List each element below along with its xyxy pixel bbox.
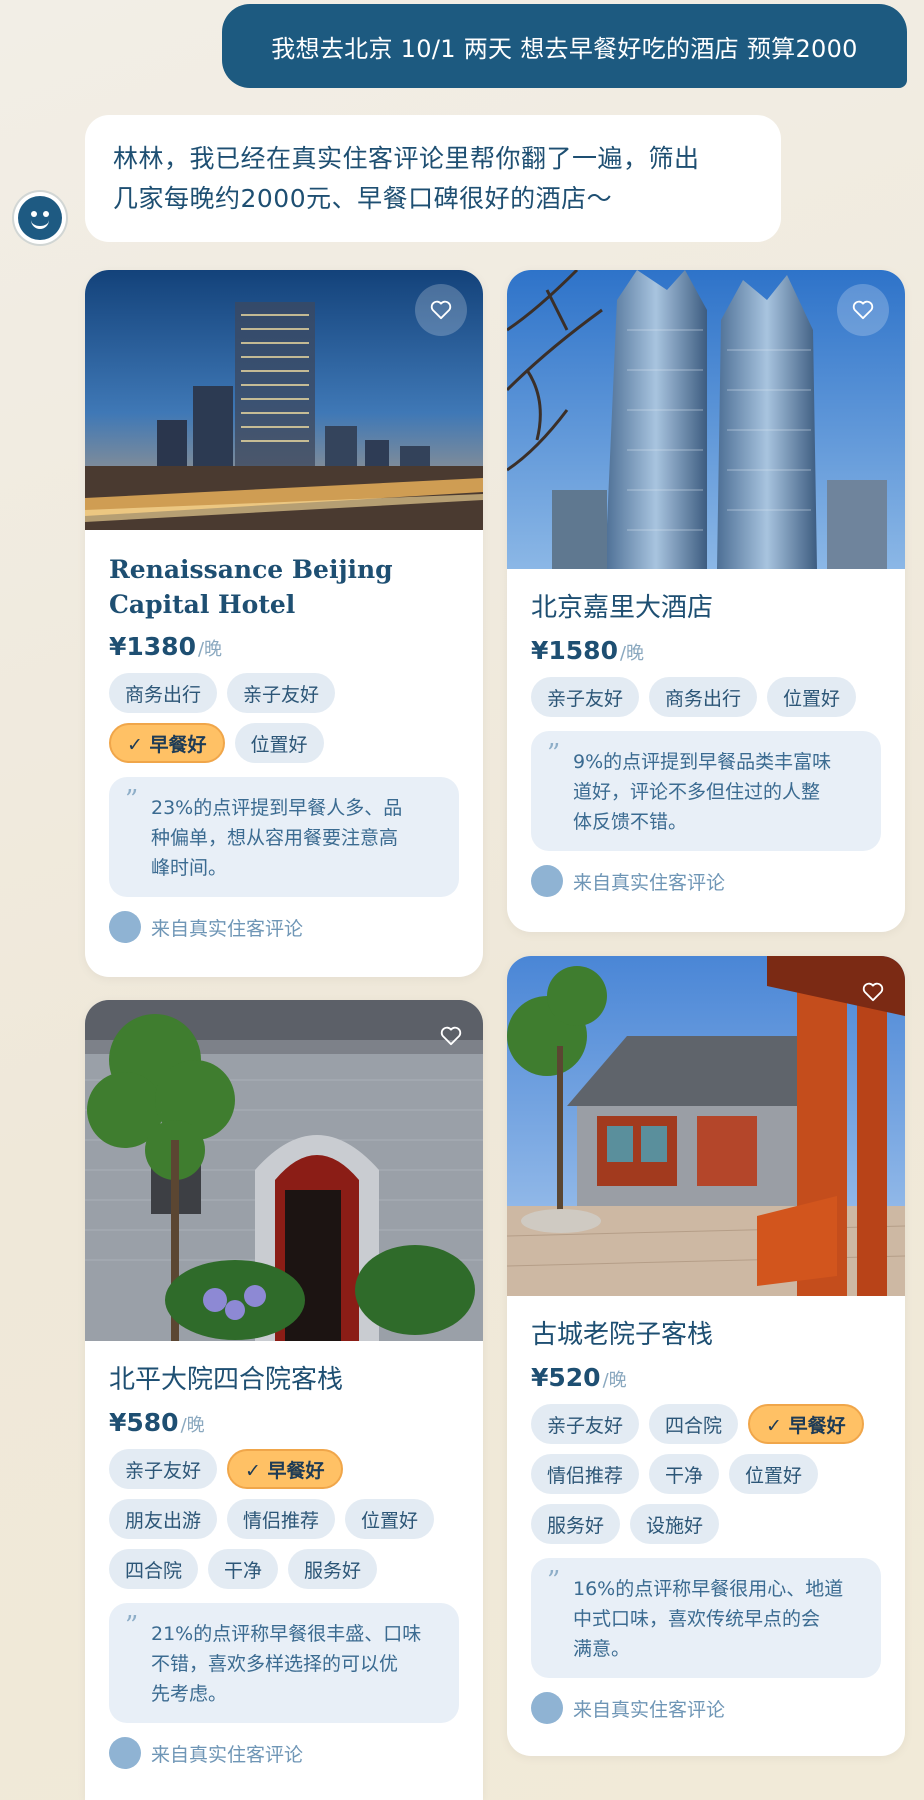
tag-chip: 商务出行 [649,677,758,717]
tag-chip: 四合院 [109,1549,199,1589]
review-source-text: 来自真实住客评论 [151,1743,304,1766]
review-quote-line: 不错，喜欢多样选择的可以优 [151,1653,399,1675]
assistant-message-line: 几家每晚约2000元、早餐口碑很好的酒店～ [113,184,613,213]
review-quote-line: 23%的点评提到早餐人多、品 [151,797,403,819]
hotel-photo [85,270,483,530]
quote-icon: ” [125,1611,139,1641]
review-quote-line: 中式口味，喜欢传统早点的会 [573,1608,821,1630]
review-source-text: 来自真实住客评论 [573,1698,726,1721]
tag-list: 亲子友好 四合院 ✓ 早餐好 情侣推荐 干净 位置好 服务好 设施好 [531,1404,881,1554]
review-quote: ” 16%的点评称早餐很用心、地道 中式口味，喜欢传统早点的会 满意。 [531,1558,881,1678]
favorite-heart-icon[interactable] [847,966,899,1018]
tag-chip: 位置好 [234,723,324,763]
review-quote-line: 21%的点评称早餐很丰盛、口味 [151,1623,422,1645]
hotel-card-gucheng[interactable]: 古城老院子客栈 ¥520 /晚 亲子友好 四合院 ✓ 早餐好 情侣推荐 干净 位… [507,956,905,1756]
hotel-card-renaissance[interactable]: Renaissance Beijing Capital Hotel ¥1380 … [85,270,483,977]
hotel-name-line: Capital Hotel [109,590,296,619]
hotel-name: 古城老院子客栈 [531,1320,714,1350]
tag-chip: 亲子友好 [531,1404,640,1444]
review-quote-line: 种偏单，想从容用餐要注意高 [151,827,399,849]
source-avatar-icon [531,1692,563,1724]
price-row: ¥580 /晚 [109,1408,459,1437]
tag-chip: 干净 [649,1454,720,1494]
tag-chip: 设施好 [630,1504,720,1544]
hotel-price: ¥1580 [531,636,618,665]
user-message-bubble: 我想去北京 10/1 两天 想去早餐好吃的酒店 预算2000 [222,4,907,88]
tag-chip: 位置好 [729,1454,819,1494]
hotel-card-beiping[interactable]: 北平大院四合院客栈 ¥580 /晚 亲子友好 ✓ 早餐好 朋友出游 情侣推荐 位… [85,1000,483,1800]
tag-chip: 情侣推荐 [227,1499,336,1539]
review-quote: ” 23%的点评提到早餐人多、品 种偏单，想从容用餐要注意高 峰时间。 [109,777,459,897]
tag-chip: 亲子友好 [531,677,640,717]
breakfast-good-tag: ✓ 早餐好 [748,1404,864,1444]
tag-chip: 服务好 [531,1504,621,1544]
source-avatar-icon [109,911,141,943]
assistant-avatar-icon [18,196,62,240]
price-unit: /晚 [197,639,223,660]
review-source: 来自真实住客评论 [531,1692,881,1724]
favorite-heart-icon[interactable] [415,284,467,336]
tag-chip: 朋友出游 [109,1499,218,1539]
review-quote: ” 21%的点评称早餐很丰盛、口味 不错，喜欢多样选择的可以优 先考虑。 [109,1603,459,1723]
review-source: 来自真实住客评论 [531,865,881,897]
hotel-price: ¥520 [531,1363,601,1392]
user-message-text: 我想去北京 10/1 两天 想去早餐好吃的酒店 预算2000 [271,34,858,63]
hotel-name: 北平大院四合院客栈 [109,1365,344,1395]
breakfast-good-tag: ✓ 早餐好 [227,1449,343,1489]
price-unit: /晚 [180,1415,205,1436]
tag-list: 商务出行 亲子友好 ✓ 早餐好 位置好 [109,673,459,773]
hotel-card-kerry[interactable]: 北京嘉里大酒店 ¥1580 /晚 亲子友好 商务出行 位置好 ” 9%的点评提到… [507,270,905,932]
price-row: ¥1580 /晚 [531,636,881,665]
tag-chip: 位置好 [767,677,857,717]
hotel-photo [507,270,905,569]
hotel-price: ¥1380 [109,632,196,661]
tag-chip: 亲子友好 [109,1449,218,1489]
hotel-name: Renaissance Beijing Capital Hotel [109,552,459,622]
price-unit: /晚 [602,1370,627,1391]
favorite-heart-icon[interactable] [837,284,889,336]
review-quote-line: 峰时间。 [151,857,228,879]
quote-icon: ” [125,785,139,815]
tag-chip: 位置好 [345,1499,435,1539]
assistant-message-bubble: 林林，我已经在真实住客评论里帮你翻了一遍，筛出 几家每晚约2000元、早餐口碑很… [85,115,781,242]
review-source: 来自真实住客评论 [109,911,459,943]
tag-list: 亲子友好 商务出行 位置好 [531,677,881,727]
hotel-price: ¥580 [109,1408,179,1437]
review-quote-line: 满意。 [573,1638,631,1660]
tag-chip: 亲子友好 [227,673,336,713]
price-unit: /晚 [619,643,645,664]
assistant-message-line: 林林，我已经在真实住客评论里帮你翻了一遍，筛出 [113,144,700,173]
review-source: 来自真实住客评论 [109,1737,459,1769]
tag-chip: 情侣推荐 [531,1454,640,1494]
tag-chip: 商务出行 [109,673,218,713]
review-quote-line: 9%的点评提到早餐品类丰富味 [573,751,832,773]
hotel-photo [507,956,905,1296]
review-quote-line: 道好，评论不多但住过的人整 [573,781,821,803]
favorite-heart-icon[interactable] [425,1010,477,1062]
price-row: ¥1380 /晚 [109,632,459,661]
review-quote: ” 9%的点评提到早餐品类丰富味 道好，评论不多但住过的人整 体反馈不错。 [531,731,881,851]
quote-icon: ” [547,1566,561,1596]
price-row: ¥520 /晚 [531,1363,881,1392]
source-avatar-icon [531,865,563,897]
breakfast-good-tag: ✓ 早餐好 [109,723,225,763]
hotel-name: 北京嘉里大酒店 [531,593,714,623]
tag-chip: 四合院 [649,1404,739,1444]
hotel-name-line: Renaissance Beijing [109,555,393,584]
review-quote-line: 体反馈不错。 [573,811,688,833]
review-quote-line: 先考虑。 [151,1683,228,1705]
review-quote-line: 16%的点评称早餐很用心、地道 [573,1578,844,1600]
quote-icon: ” [547,739,561,769]
source-avatar-icon [109,1737,141,1769]
tag-list: 亲子友好 ✓ 早餐好 朋友出游 情侣推荐 位置好 四合院 干净 服务好 [109,1449,459,1599]
review-source-text: 来自真实住客评论 [573,871,726,894]
review-source-text: 来自真实住客评论 [151,917,304,940]
tag-chip: 服务好 [288,1549,378,1589]
hotel-photo [85,1000,483,1341]
tag-chip: 干净 [208,1549,279,1589]
